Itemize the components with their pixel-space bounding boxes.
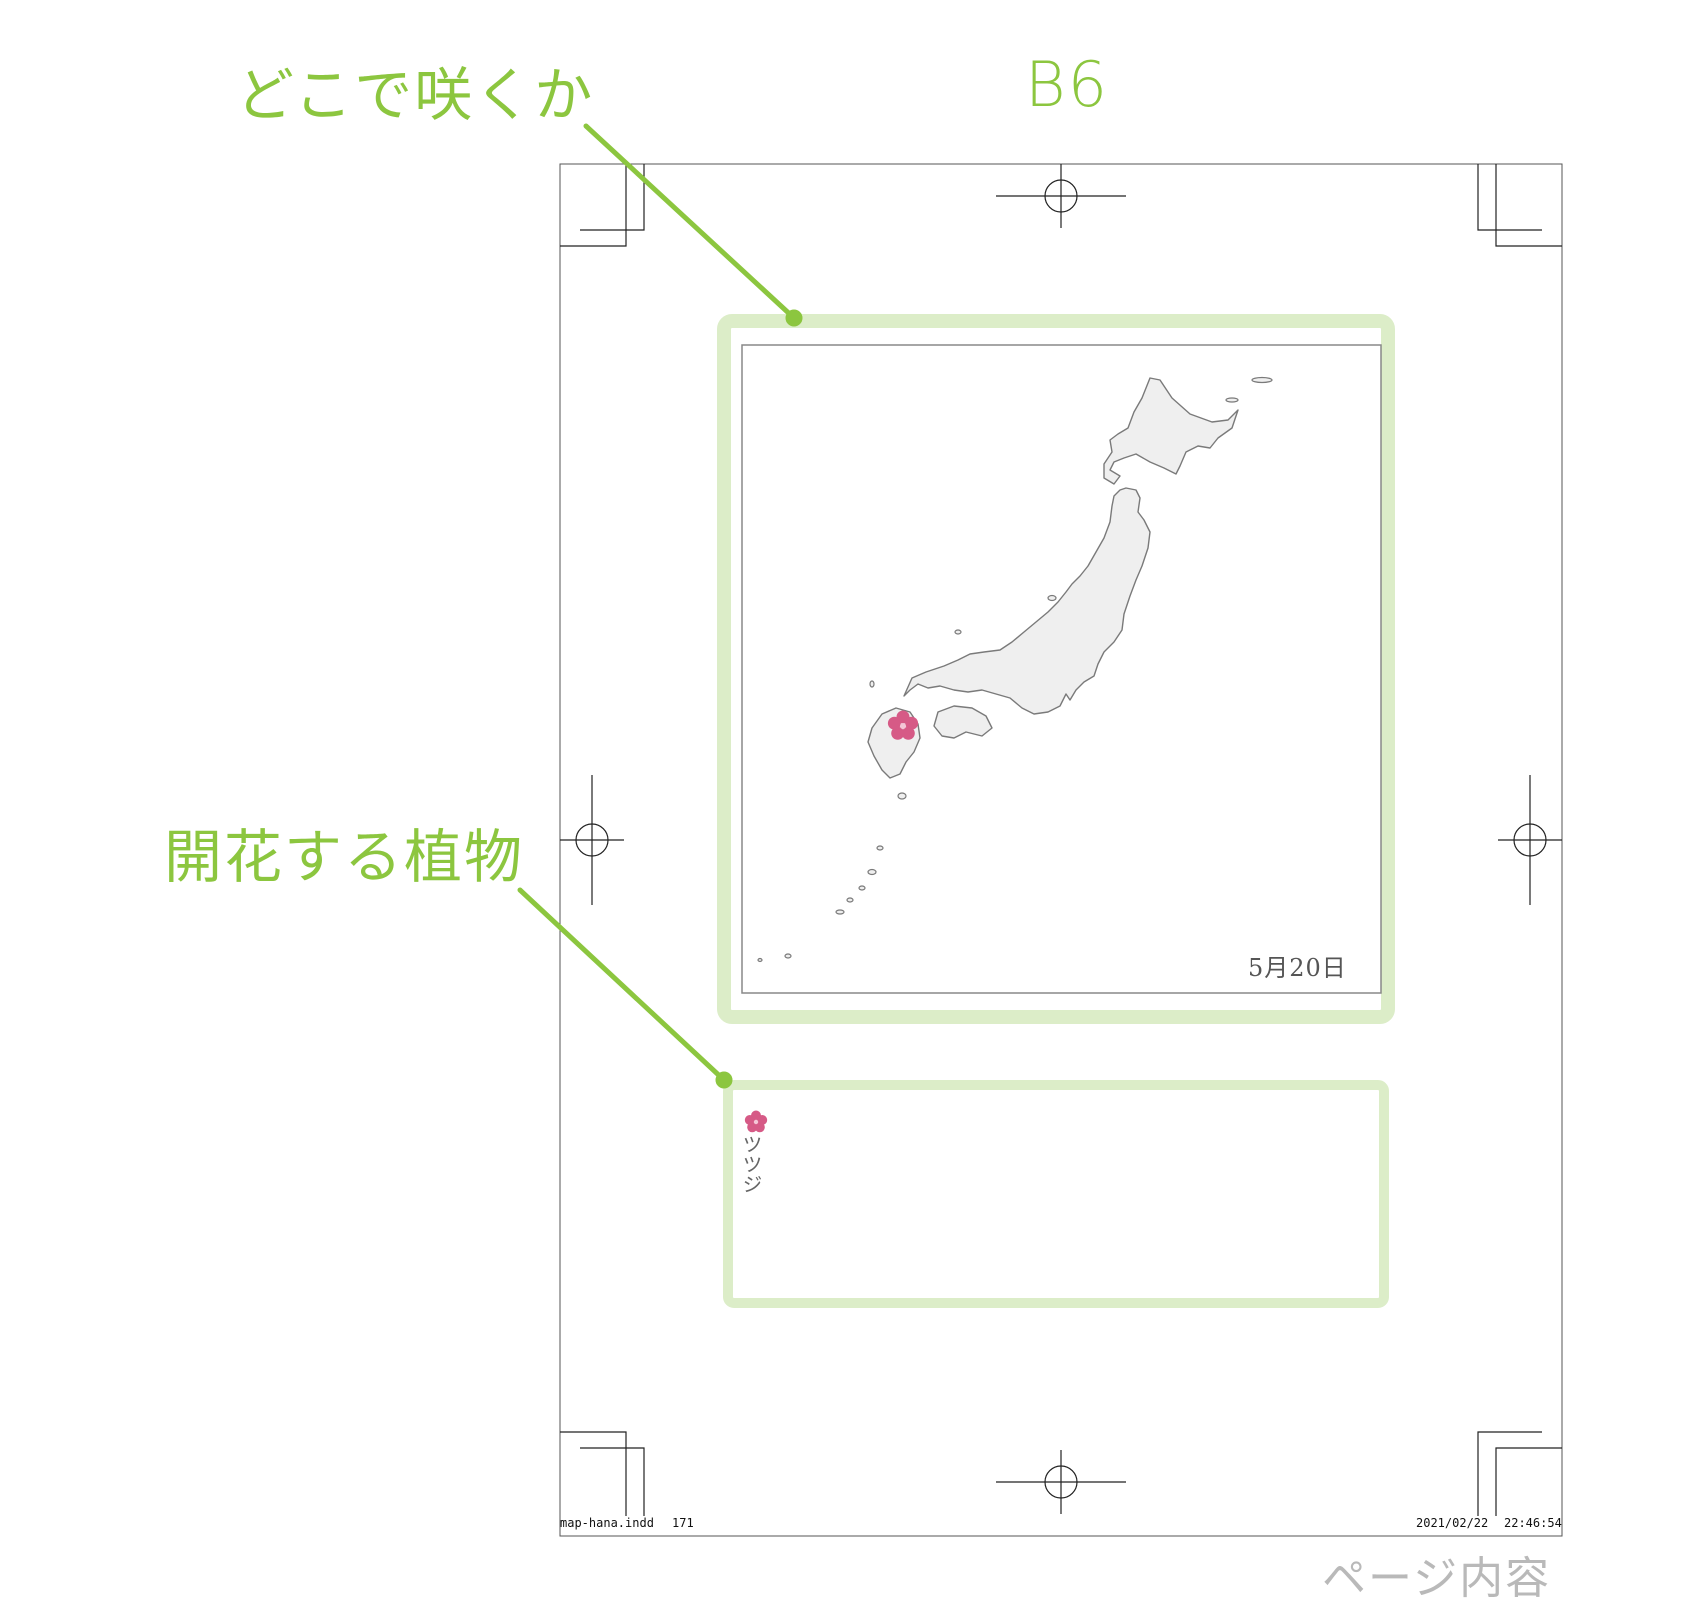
registration-mark-bottom xyxy=(996,1450,1126,1514)
layout-canvas xyxy=(517,123,1563,1537)
plant-name-label: ツツジ xyxy=(739,1134,763,1194)
slug-time: 22:46:54 xyxy=(1504,1516,1562,1530)
slug-filename: map-hana.indd xyxy=(560,1516,654,1530)
slug-date: 2021/02/22 xyxy=(1416,1516,1489,1530)
map-date-label: 5月20日 xyxy=(1248,954,1347,982)
slug-page-number: 171 xyxy=(672,1516,694,1530)
plant-area-highlight xyxy=(723,1080,1389,1308)
registration-mark-left xyxy=(560,775,624,905)
registration-mark-top xyxy=(996,164,1126,228)
flower-icon xyxy=(744,1110,768,1133)
registration-mark-right xyxy=(1498,775,1562,905)
